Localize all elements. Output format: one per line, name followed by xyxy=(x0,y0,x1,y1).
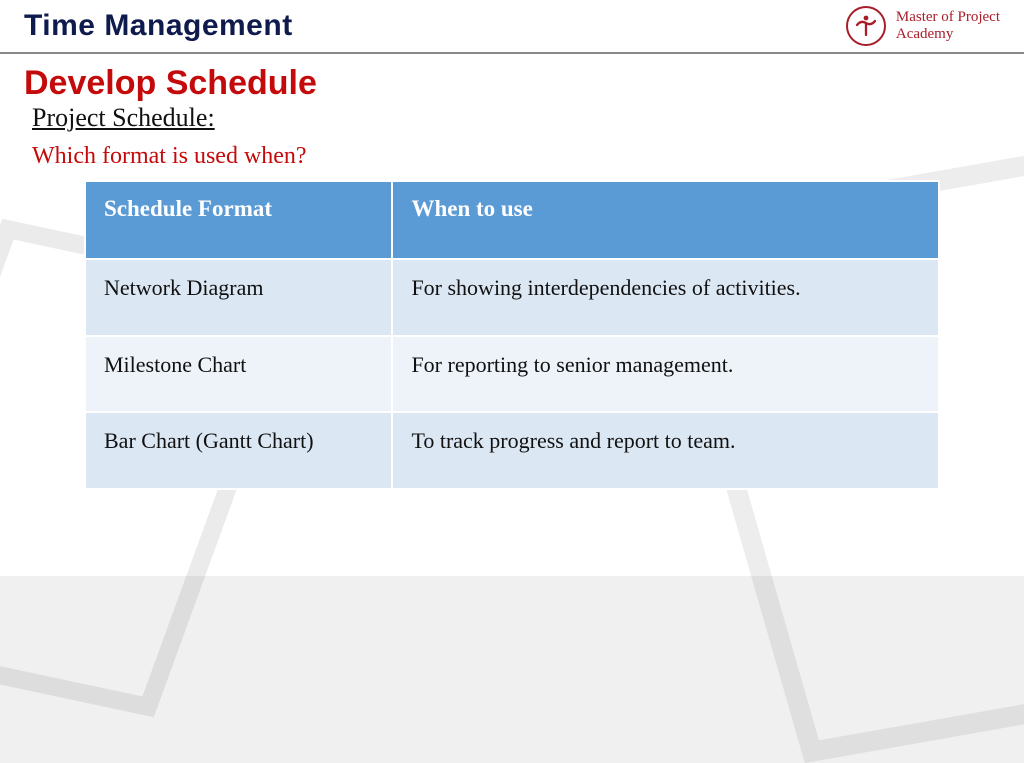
table-row: Network Diagram For showing interdepende… xyxy=(85,259,939,336)
col-header-format: Schedule Format xyxy=(85,181,392,259)
cell-when: To track progress and report to team. xyxy=(392,412,939,489)
table-row: Milestone Chart For reporting to senior … xyxy=(85,336,939,413)
brand-logo: Master of Project Academy xyxy=(846,6,1000,46)
cell-format: Milestone Chart xyxy=(85,336,392,413)
main-content: Develop Schedule Project Schedule: Which… xyxy=(0,54,1024,490)
brand-text: Master of Project Academy xyxy=(896,9,1000,44)
brand-line-1: Master of Project xyxy=(896,9,1000,26)
schedule-format-table: Schedule Format When to use Network Diag… xyxy=(84,180,940,490)
cell-format: Bar Chart (Gantt Chart) xyxy=(85,412,392,489)
brand-logo-icon xyxy=(846,6,886,46)
section-question: Which format is used when? xyxy=(32,143,1000,170)
table-header-row: Schedule Format When to use xyxy=(85,181,939,259)
section-heading: Develop Schedule xyxy=(24,64,1000,103)
col-header-when: When to use xyxy=(392,181,939,259)
cell-format: Network Diagram xyxy=(85,259,392,336)
header-bar: Time Management Master of Project Academ… xyxy=(0,0,1024,54)
section-subheading: Project Schedule: xyxy=(32,103,1000,133)
page-title: Time Management xyxy=(24,9,293,43)
cell-when: For reporting to senior management. xyxy=(392,336,939,413)
brand-line-2: Academy xyxy=(896,26,1000,43)
table-row: Bar Chart (Gantt Chart) To track progres… xyxy=(85,412,939,489)
table-container: Schedule Format When to use Network Diag… xyxy=(84,180,940,490)
cell-when: For showing interdependencies of activit… xyxy=(392,259,939,336)
